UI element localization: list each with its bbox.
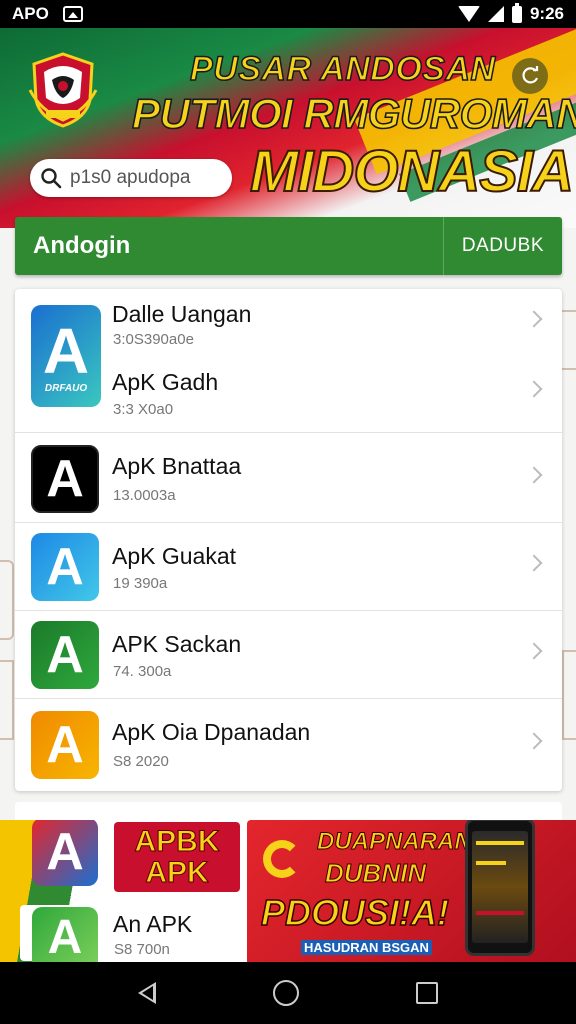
refresh-icon xyxy=(522,66,539,84)
signal-icon xyxy=(487,6,504,22)
header-title-line2: PUTMOI RMGUROMAN xyxy=(131,89,576,138)
promo-badge[interactable]: APBK APK xyxy=(114,822,240,892)
battery-icon xyxy=(511,2,522,23)
app-name: APK Sackan xyxy=(112,631,242,657)
sketch-decoration xyxy=(0,560,14,640)
list-item[interactable]: A ApK Oia Dpanadan S8 2020 xyxy=(15,699,562,791)
list-item[interactable]: A ApK Guakat 19 390a xyxy=(15,523,562,611)
app-size: S8 2020 xyxy=(113,753,169,770)
app-icon: A xyxy=(31,621,99,689)
image-notification-icon xyxy=(62,6,83,22)
list-item[interactable]: A ApK Bnattaa 13.0003a xyxy=(15,433,562,523)
app-name: ApK Oia Dpanadan xyxy=(112,719,311,745)
promo-banner[interactable]: DUAPNARAN DUBNIN PDOUSI!A! HASUDRAN BSGA… xyxy=(247,820,576,962)
chevron-right-icon xyxy=(525,466,543,484)
sketch-decoration xyxy=(560,310,576,370)
app-icon: A xyxy=(31,445,99,513)
app-name: Dalle Uangan xyxy=(112,301,252,327)
search-box[interactable] xyxy=(30,159,232,197)
app-size: 19 390a xyxy=(113,575,168,592)
chevron-right-icon xyxy=(525,380,543,398)
chevron-right-icon xyxy=(525,554,543,572)
banner-text-line1: DUAPNARAN xyxy=(317,828,473,856)
home-icon[interactable] xyxy=(272,980,299,1006)
garuda-emblem-icon xyxy=(28,52,98,128)
status-bar: APO 9:26 xyxy=(0,0,576,28)
app-list: Dalle Uangan 3:0S390a0e A DRFAUO ApK Gad… xyxy=(15,289,562,791)
app-icon: A xyxy=(32,907,98,967)
search-icon xyxy=(41,168,62,189)
app-size: 13.0003a xyxy=(113,487,176,504)
app-name: An APK xyxy=(113,911,193,937)
app-name: ApK Guakat xyxy=(112,543,237,569)
section-title: Andogin xyxy=(33,232,131,259)
banner-text-line3: PDOUSI!A! xyxy=(260,891,450,934)
app-size: 74. 300a xyxy=(113,663,172,680)
section-action-button[interactable]: DADUBK xyxy=(444,235,562,257)
app-icon: A xyxy=(31,711,99,779)
sketch-decoration xyxy=(562,650,576,740)
list-item[interactable]: ApK Gadh 3:3 X0a0 xyxy=(15,355,562,433)
app-name: ApK Gadh xyxy=(112,369,219,395)
chevron-right-icon xyxy=(525,642,543,660)
brand-logo-icon xyxy=(263,840,301,878)
status-time: 9:26 xyxy=(529,4,564,23)
app-size: S8 700n xyxy=(114,941,170,958)
back-icon[interactable] xyxy=(138,982,157,1004)
app-size: 3:3 X0a0 xyxy=(113,401,174,418)
sketch-decoration xyxy=(0,660,14,740)
navigation-bar xyxy=(0,962,576,1024)
header-title-line1: PUSAR ANDOSAN xyxy=(189,49,496,89)
app-icon: A xyxy=(32,820,98,886)
phone-illustration xyxy=(465,820,535,956)
recents-icon[interactable] xyxy=(415,982,438,1004)
list-item[interactable]: A APK Sackan 74. 300a xyxy=(15,611,562,699)
app-size: 3:0S390a0e xyxy=(113,331,194,348)
search-input[interactable] xyxy=(70,167,220,189)
list-item[interactable]: A An APK S8 700n xyxy=(20,905,234,967)
status-left-text: APO xyxy=(12,4,49,23)
app-name: ApK Bnattaa xyxy=(112,453,242,479)
chevron-right-icon xyxy=(525,732,543,750)
banner-text-line2: DUBNIN xyxy=(324,858,427,889)
app-icon: A xyxy=(31,533,99,601)
chevron-right-icon xyxy=(525,310,543,328)
wifi-icon xyxy=(457,6,480,22)
section-bar: Andogin DADUBK xyxy=(15,217,562,275)
refresh-button[interactable] xyxy=(512,58,548,94)
banner-footer: HASUDRAN BSGAN xyxy=(301,940,432,955)
header-banner: PUSAR ANDOSAN PUTMOI RMGUROMAN MIDONASIA xyxy=(0,28,576,228)
header-title-line3: MIDONASIA xyxy=(249,138,575,205)
